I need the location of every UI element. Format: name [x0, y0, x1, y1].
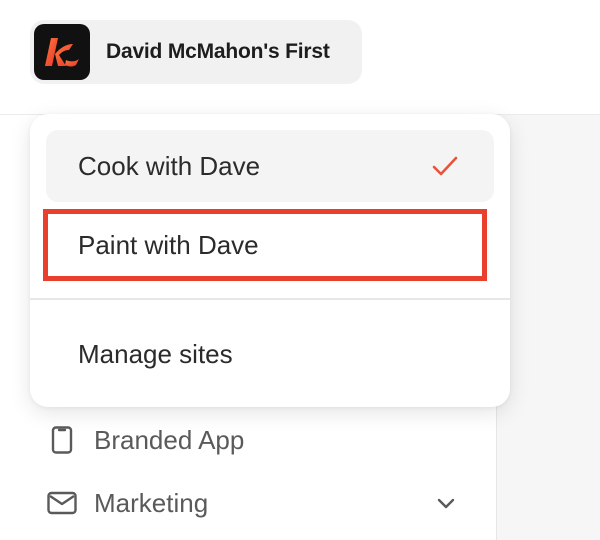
menu-item-cook-with-dave[interactable]: Cook with Dave — [46, 130, 494, 202]
k-logo-icon — [34, 24, 90, 80]
sidebar-item-label: Branded App — [94, 424, 245, 455]
menu-item-label: Cook with Dave — [78, 150, 261, 181]
phone-icon — [44, 422, 80, 458]
top-bar: David McMahon's First — [0, 0, 600, 115]
sidebar-item-marketing[interactable]: Marketing — [44, 479, 464, 527]
site-dropdown-menu: Cook with Dave Paint with Dave Manage si… — [30, 114, 510, 407]
menu-item-label: Paint with Dave — [78, 229, 259, 260]
sidebar-item-label: Marketing — [94, 487, 209, 518]
site-name: David McMahon's First — [106, 40, 330, 63]
menu-item-manage-sites[interactable]: Manage sites — [46, 318, 494, 390]
menu-item-paint-with-dave[interactable]: Paint with Dave — [46, 209, 494, 281]
menu-item-label: Manage sites — [78, 338, 233, 369]
checkmark-icon — [432, 154, 458, 178]
site-switcher-button[interactable]: David McMahon's First — [30, 20, 362, 84]
main-content-area — [497, 115, 600, 540]
chevron-down-icon[interactable] — [434, 491, 458, 515]
sidebar-item-branded-app[interactable]: Branded App — [44, 416, 464, 464]
mail-icon — [44, 485, 80, 521]
menu-divider — [30, 298, 510, 300]
app-page: David McMahon's First Branded App Market… — [0, 0, 600, 540]
